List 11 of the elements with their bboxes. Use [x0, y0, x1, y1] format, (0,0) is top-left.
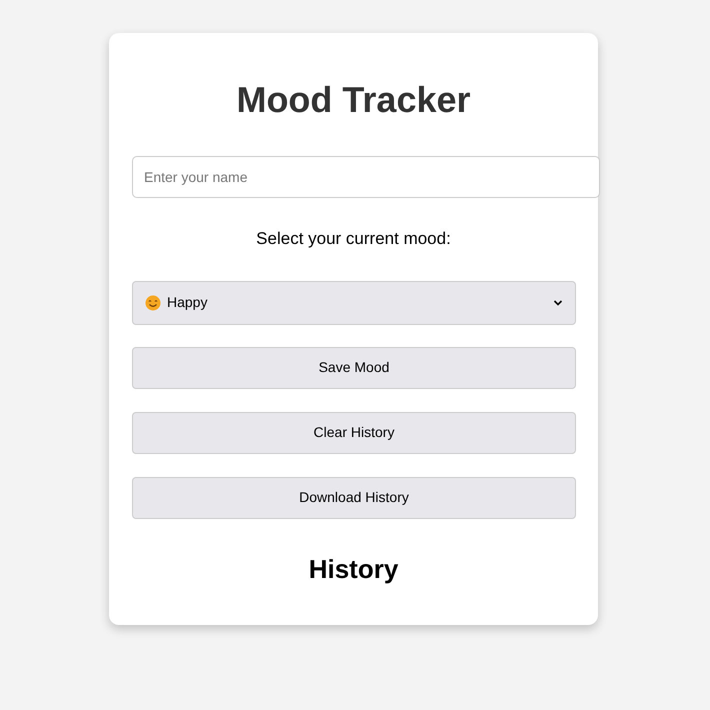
action-button[interactable]: Save Mood: [132, 346, 576, 388]
action-button[interactable]: Clear History: [132, 412, 576, 454]
mood-select[interactable]: Happy: [132, 280, 576, 324]
mood-prompt: Select your current mood:: [256, 228, 451, 250]
app-title: Mood Tracker: [236, 78, 471, 122]
smiling-face-icon: [145, 294, 161, 310]
history-heading: History: [308, 552, 398, 584]
action-button[interactable]: Download History: [132, 476, 576, 518]
name-input-field[interactable]: Enter your name: [132, 156, 600, 198]
selected-mood: Happy: [167, 293, 208, 312]
chevron-down-icon: [553, 298, 563, 306]
